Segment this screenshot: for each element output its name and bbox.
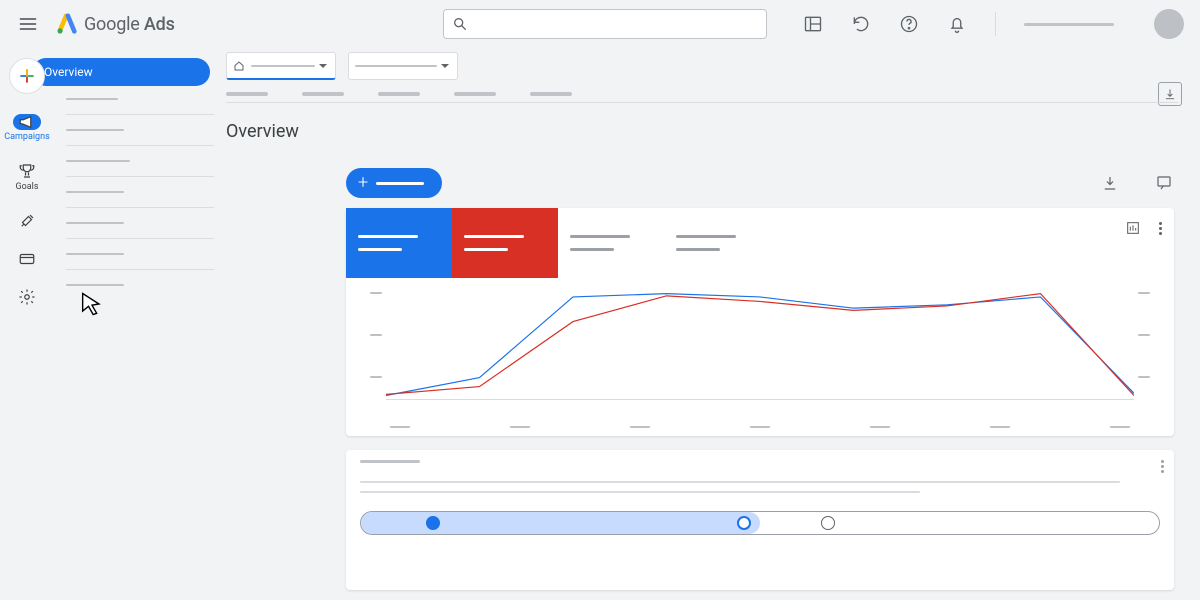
metric-tab-1[interactable] — [346, 208, 452, 278]
nav-label: Goals — [16, 182, 39, 192]
download-button[interactable] — [1100, 173, 1120, 193]
card-title — [360, 460, 420, 463]
product-name: Google Ads — [84, 14, 175, 35]
new-campaign-button[interactable]: + — [346, 168, 442, 198]
feedback-button[interactable] — [1154, 173, 1174, 193]
search-input[interactable] — [443, 9, 767, 39]
metric-tab-3[interactable] — [558, 208, 664, 278]
metrics-chart-card — [346, 208, 1174, 436]
tab[interactable] — [378, 92, 420, 96]
reports-icon[interactable] — [803, 14, 823, 34]
tab[interactable] — [302, 92, 344, 96]
nav-billing[interactable] — [18, 250, 36, 268]
expand-chart-icon[interactable] — [1125, 220, 1141, 236]
download-icon — [1101, 174, 1119, 192]
metric-tab-4[interactable] — [664, 208, 770, 278]
account-switcher[interactable] — [1024, 23, 1114, 26]
trophy-icon — [18, 162, 36, 180]
nav-tools[interactable] — [18, 212, 36, 230]
help-icon[interactable] — [899, 14, 919, 34]
scope-selector-account[interactable] — [226, 52, 336, 80]
separator — [66, 207, 214, 208]
more-menu[interactable] — [1159, 222, 1162, 235]
text-line — [360, 491, 920, 493]
button-label — [376, 182, 424, 185]
tab[interactable] — [226, 92, 268, 96]
separator — [66, 145, 214, 146]
progress-stepper[interactable] — [360, 511, 1160, 535]
more-menu[interactable] — [1161, 460, 1164, 473]
sidebar-item[interactable] — [66, 98, 118, 100]
sidebar-item[interactable] — [66, 222, 124, 224]
scope-selector-campaign[interactable] — [348, 52, 458, 80]
separator — [66, 114, 214, 115]
feedback-icon — [1155, 174, 1173, 192]
step-3[interactable] — [821, 516, 835, 530]
product-logo: Google Ads — [56, 13, 175, 35]
sidebar-item[interactable] — [66, 129, 124, 131]
separator — [66, 269, 214, 270]
step-1[interactable] — [426, 516, 440, 530]
sidebar-item-overview[interactable]: Overview — [32, 58, 210, 86]
line-chart — [346, 282, 1174, 422]
plus-icon — [18, 67, 36, 85]
home-icon — [233, 60, 245, 72]
separator — [995, 12, 996, 36]
create-button[interactable] — [9, 58, 45, 94]
tab[interactable] — [530, 92, 572, 96]
sidebar-item[interactable] — [66, 284, 124, 286]
separator — [226, 102, 1178, 103]
search-icon — [452, 16, 468, 32]
nav-label: Campaigns — [4, 132, 49, 142]
nav-admin[interactable] — [18, 288, 36, 306]
mouse-cursor — [78, 290, 106, 322]
refresh-icon[interactable] — [851, 14, 871, 34]
google-ads-icon — [56, 13, 78, 35]
separator — [66, 176, 214, 177]
metric-tab-2[interactable] — [452, 208, 558, 278]
notifications-icon[interactable] — [947, 14, 967, 34]
insight-card — [346, 450, 1174, 590]
gear-icon — [18, 288, 36, 306]
text-line — [360, 481, 1120, 483]
step-2[interactable] — [737, 516, 751, 530]
nav-goals[interactable]: Goals — [16, 162, 39, 192]
menu-button[interactable] — [8, 4, 48, 44]
card-icon — [18, 250, 36, 268]
tab[interactable] — [454, 92, 496, 96]
sidebar-item[interactable] — [66, 253, 124, 255]
separator — [66, 238, 214, 239]
sidebar-item[interactable] — [66, 160, 130, 162]
nav-campaigns[interactable]: Campaigns — [4, 114, 49, 142]
tab-row — [226, 92, 1190, 96]
page-title: Overview — [226, 121, 1190, 142]
plus-icon: + — [358, 174, 368, 192]
megaphone-icon — [13, 114, 41, 130]
sidebar-item-label: Overview — [44, 65, 93, 79]
avatar[interactable] — [1154, 9, 1184, 39]
tools-icon — [18, 212, 36, 230]
sidebar-item[interactable] — [66, 191, 124, 193]
